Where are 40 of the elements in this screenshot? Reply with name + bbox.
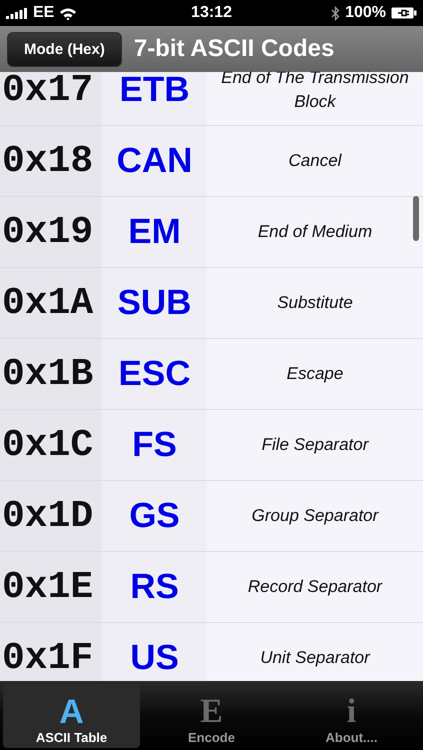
tab[interactable]: i About....: [283, 684, 420, 748]
mode-button[interactable]: Mode (Hex): [7, 32, 122, 66]
tab-icon: i: [346, 694, 356, 730]
mnemonic: CAN: [102, 126, 207, 196]
description: Record Separator: [248, 576, 382, 598]
tab[interactable]: E Encode: [143, 684, 280, 748]
hex-code: 0x18: [0, 126, 102, 196]
mnemonic: SUB: [102, 268, 207, 338]
mnemonic: GS: [102, 481, 207, 551]
bluetooth-icon: [331, 6, 340, 20]
description: End of Medium: [258, 221, 372, 243]
description: Group Separator: [252, 505, 378, 527]
description: Cancel: [288, 150, 342, 172]
hex-code: 0x19: [0, 197, 102, 267]
battery-percent: 100%: [345, 4, 386, 22]
hex-code: 0x1D: [0, 481, 102, 551]
description: End of The Transmission Block: [220, 67, 410, 113]
mnemonic: ESC: [102, 339, 207, 409]
tab[interactable]: A ASCII Table: [3, 684, 140, 748]
hex-code: 0x1C: [0, 410, 102, 480]
hex-code: 0x1E: [0, 552, 102, 622]
hex-code: 0x1F: [0, 623, 102, 681]
tab-icon: E: [200, 694, 223, 730]
mnemonic: RS: [102, 552, 207, 622]
wifi-icon: [59, 6, 78, 20]
hex-code: 0x1B: [0, 339, 102, 409]
mnemonic: US: [102, 623, 207, 681]
mnemonic: FS: [102, 410, 207, 480]
description: Substitute: [277, 292, 353, 314]
tab-icon: A: [59, 694, 84, 730]
scrollbar: [413, 196, 419, 241]
signal-icon: [6, 8, 28, 18]
status-time: 13:12: [191, 4, 232, 22]
battery-charging-icon: [391, 7, 417, 19]
hex-code: 0x1A: [0, 268, 102, 338]
description: Unit Separator: [260, 647, 370, 669]
carrier-name: EE: [33, 4, 54, 22]
mnemonic: EM: [102, 197, 207, 267]
description: Escape: [286, 363, 344, 385]
description: File Separator: [262, 434, 368, 456]
